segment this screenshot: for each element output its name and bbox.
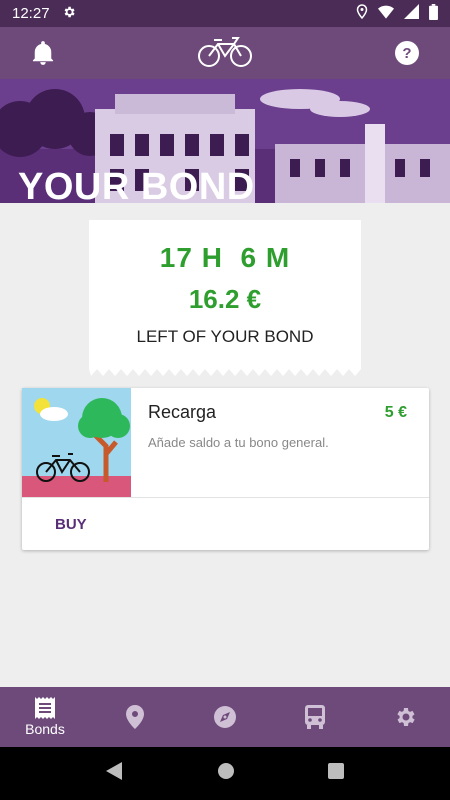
signal-icon: [404, 4, 419, 23]
ticket-zigzag-edge: [89, 367, 361, 376]
product-price: 5 €: [384, 404, 407, 421]
nav-label-bonds: Bonds: [25, 721, 65, 737]
recents-icon[interactable]: [327, 763, 344, 784]
wifi-icon: [378, 5, 394, 23]
gear-icon: [397, 708, 415, 726]
nav-item-map[interactable]: [90, 687, 180, 747]
product-title: Recarga: [148, 402, 217, 422]
location-pin-icon: [126, 705, 144, 729]
location-status-icon: [356, 4, 368, 23]
nav-item-explore[interactable]: [180, 687, 270, 747]
bell-icon: [32, 41, 54, 65]
help-icon: ?: [395, 41, 419, 65]
product-thumbnail: [22, 388, 131, 497]
compass-icon: [214, 706, 236, 728]
time-left-value: 17 H 6 M: [159, 242, 291, 273]
svg-text:?: ?: [402, 45, 411, 62]
product-description: Añade saldo a tu bono general.: [148, 435, 329, 450]
page-title: YOUR BOND: [18, 166, 255, 203]
nav-item-settings[interactable]: [360, 687, 450, 747]
bicycle-logo-icon: [197, 34, 253, 73]
notifications-button[interactable]: [20, 30, 66, 76]
product-card: Recarga 5 € Añade saldo a tu bono genera…: [22, 388, 429, 550]
app-bar: ?: [0, 27, 450, 79]
nav-item-bonds[interactable]: Bonds: [0, 687, 90, 747]
status-bar: 12:27: [0, 0, 450, 27]
settings-status-icon: [62, 5, 76, 23]
help-button[interactable]: ?: [384, 30, 430, 76]
hero-banner: YOUR BOND: [0, 79, 450, 203]
status-time: 12:27: [12, 5, 50, 22]
battery-icon: [429, 3, 438, 24]
bond-balance-ticket: 17 H 6 M 16.2 € LEFT OF YOUR BOND: [89, 220, 361, 376]
nav-item-transit[interactable]: [270, 687, 360, 747]
system-nav-bar: [0, 747, 450, 800]
bottom-nav: Bonds: [0, 687, 450, 747]
ticket-caption: LEFT OF YOUR BOND: [136, 327, 314, 346]
bus-icon: [305, 705, 325, 729]
back-icon[interactable]: [106, 762, 124, 785]
home-icon[interactable]: [217, 762, 235, 785]
money-left-value: 16.2 €: [188, 284, 262, 314]
card-divider: [22, 497, 429, 498]
receipt-icon: [35, 697, 55, 719]
buy-button[interactable]: BUY: [55, 516, 87, 533]
